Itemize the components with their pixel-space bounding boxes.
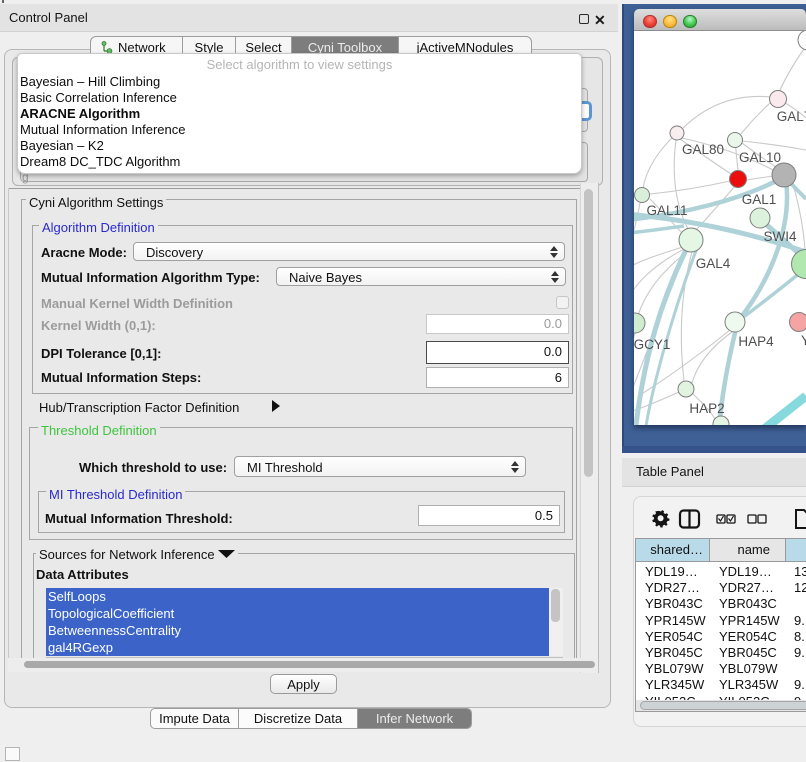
svg-text:Y: Y	[801, 333, 806, 348]
svg-text:GAL10: GAL10	[739, 150, 781, 165]
svg-text:GAL80: GAL80	[682, 142, 724, 157]
svg-text:GCY1: GCY1	[634, 337, 670, 352]
svg-text:GAL11: GAL11	[646, 203, 687, 218]
svg-text:GAL4: GAL4	[696, 256, 731, 271]
svg-text:SWI4: SWI4	[763, 229, 796, 244]
svg-text:GAL7: GAL7	[777, 109, 806, 124]
svg-text:GAL1: GAL1	[742, 192, 777, 207]
svg-text:HAP2: HAP2	[689, 401, 724, 416]
svg-text:HAP4: HAP4	[738, 334, 774, 349]
